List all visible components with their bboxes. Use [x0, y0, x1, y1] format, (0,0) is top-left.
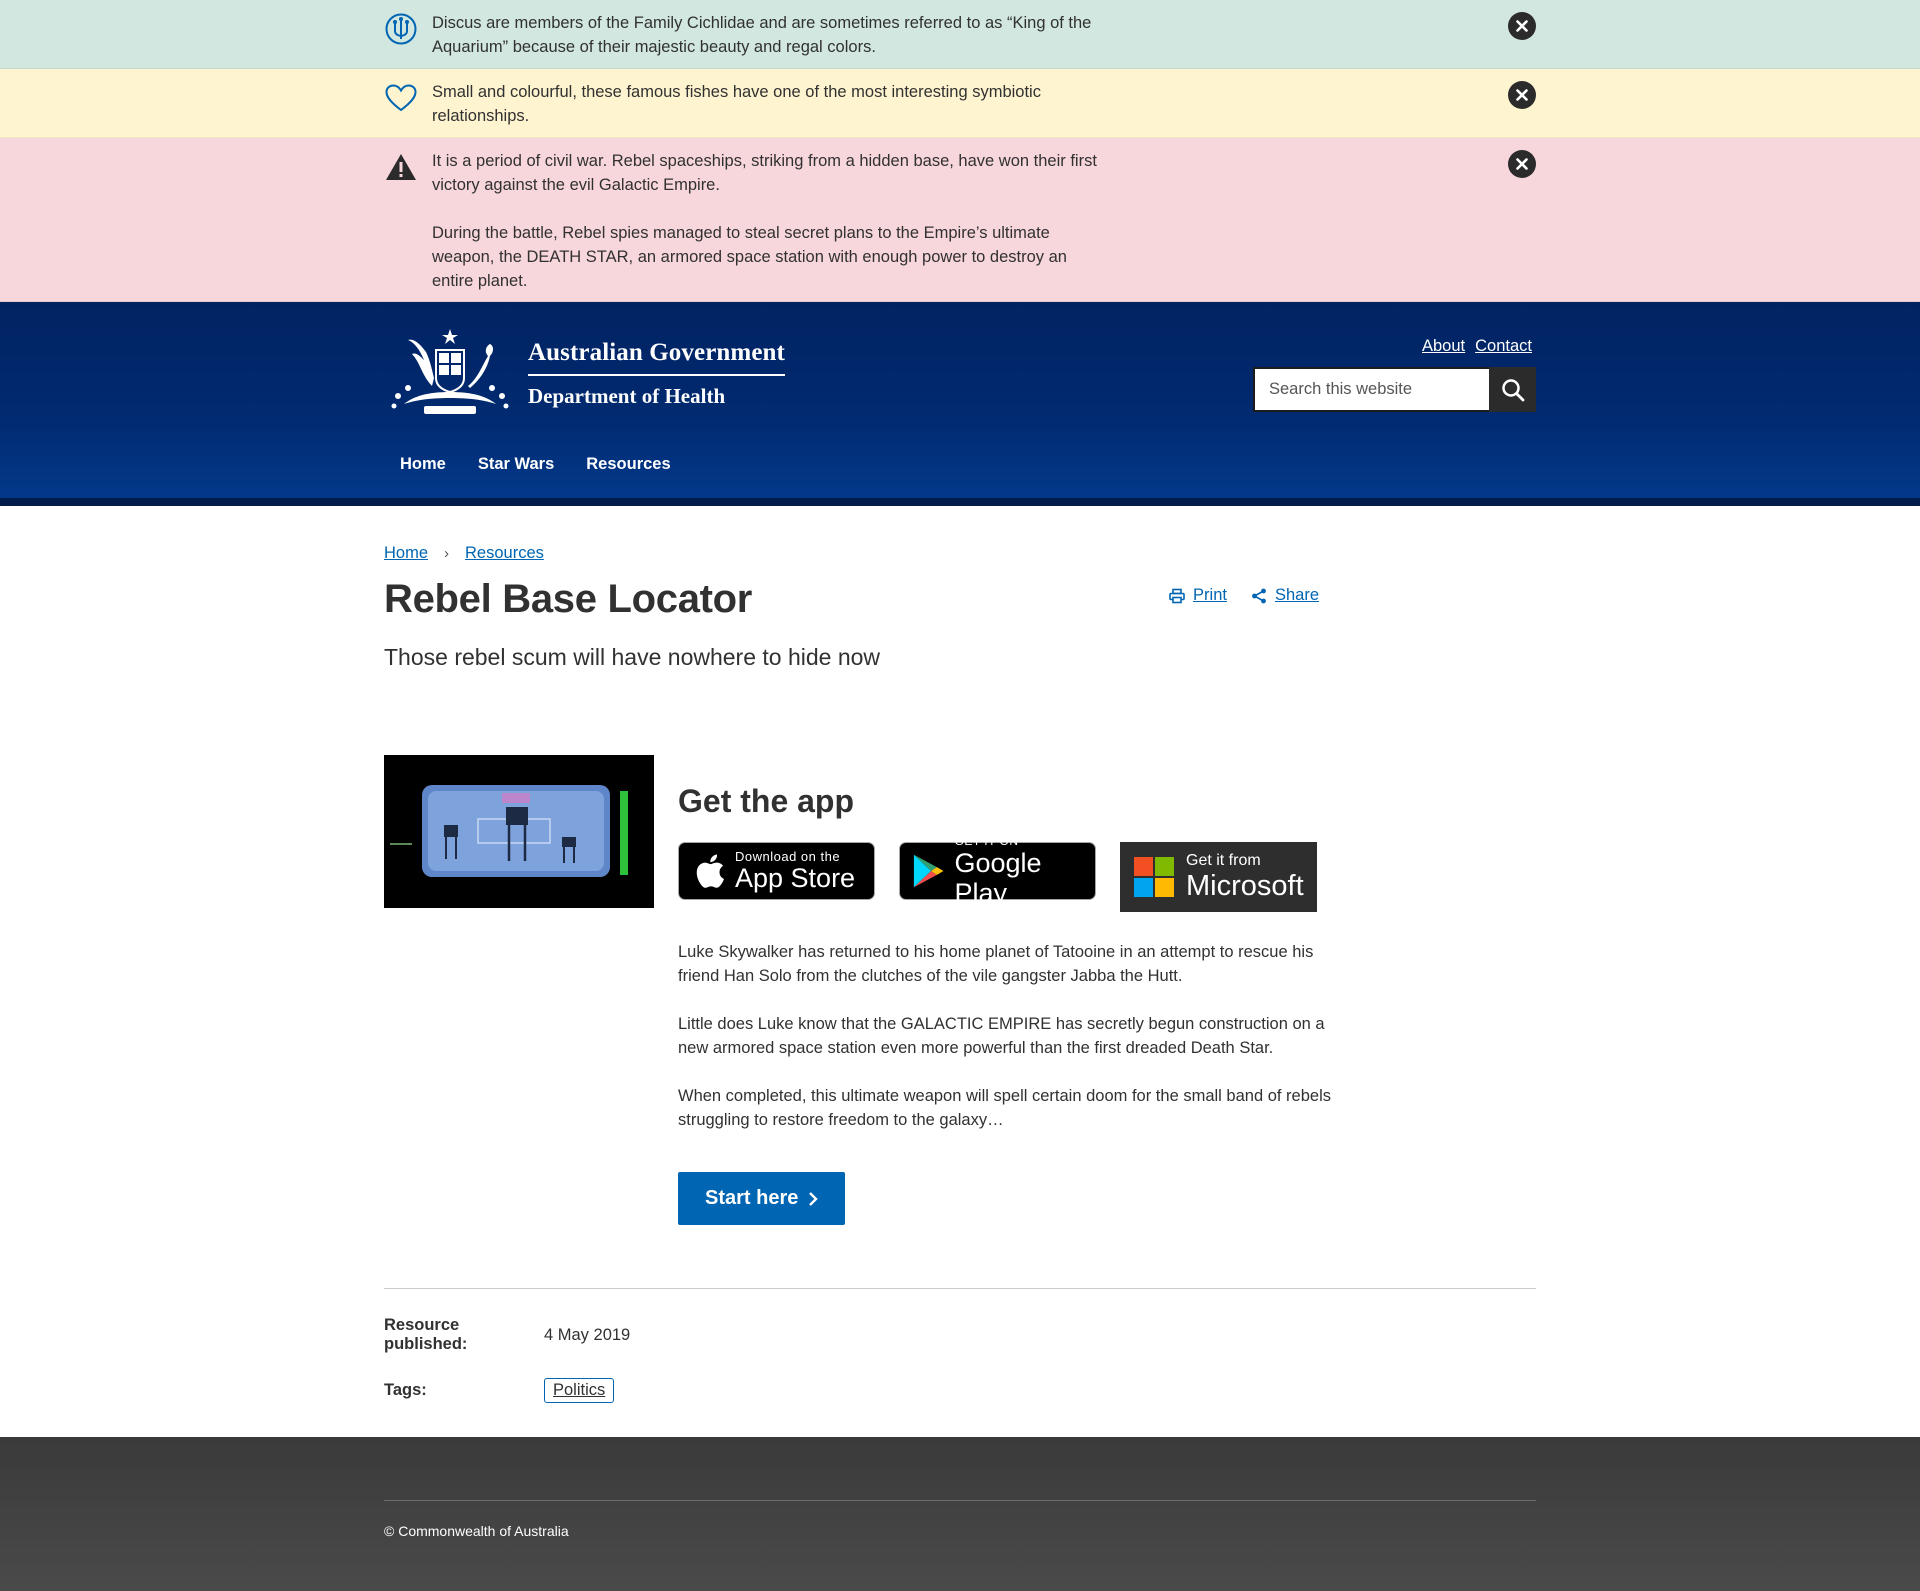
- nav-item-home[interactable]: Home: [384, 455, 462, 474]
- tag-politics[interactable]: Politics: [544, 1378, 615, 1403]
- close-alert-button[interactable]: [1508, 150, 1536, 178]
- alert-text: It is a period of civil war. Rebel space…: [432, 152, 1097, 194]
- published-date: 4 May 2019: [544, 1325, 631, 1344]
- resource-meta: Resource published: 4 May 2019 Tags: Pol…: [384, 1288, 1536, 1403]
- alert-message: It is a period of civil war. Rebel space…: [432, 148, 1508, 293]
- google-play-icon: [913, 854, 944, 888]
- breadcrumb-resources[interactable]: Resources: [465, 544, 544, 563]
- start-here-label: Start here: [705, 1187, 799, 1209]
- google-play-button[interactable]: GET IT ON Google Play: [899, 834, 1096, 908]
- page-title: Rebel Base Locator: [384, 577, 753, 621]
- get-app-section: Get the app Download on the App Store GE…: [384, 755, 1536, 1225]
- search-icon: [1501, 378, 1524, 401]
- app-store-small-text: Download on the: [735, 848, 841, 864]
- microsoft-store-button[interactable]: Get it from Microsoft: [1120, 842, 1317, 912]
- alert-text: Discus are members of the Family Cichlid…: [432, 14, 1092, 56]
- nav-item-star-wars[interactable]: Star Wars: [462, 455, 570, 474]
- search-input[interactable]: [1253, 367, 1489, 412]
- chevron-right-icon: [809, 1191, 819, 1206]
- apple-icon: [696, 854, 724, 888]
- alert-message: Small and colourful, these famous fishes…: [432, 79, 1508, 128]
- site-header: Australian Government Department of Heal…: [0, 302, 1920, 506]
- microsoft-big-text: Microsoft: [1186, 870, 1304, 902]
- tags-label: Tags:: [384, 1381, 427, 1399]
- logo-subtitle: Department of Health: [528, 384, 726, 408]
- app-store-button[interactable]: Download on the App Store: [678, 842, 875, 900]
- app-description: Luke Skywalker has returned to his home …: [678, 940, 1358, 1132]
- site-logo[interactable]: Australian Government Department of Heal…: [384, 326, 785, 422]
- heart-icon: [384, 81, 417, 114]
- page-lede: Those rebel scum will have nowhere to hi…: [384, 644, 881, 670]
- discus-info-icon: [384, 12, 417, 45]
- alert-text: During the battle, Rebel spies managed t…: [432, 224, 1067, 290]
- close-alert-button[interactable]: [1508, 12, 1536, 40]
- alert-info: Discus are members of the Family Cichlid…: [0, 0, 1920, 69]
- app-store-big-text: App Store: [735, 862, 856, 893]
- nav-item-resources[interactable]: Resources: [570, 455, 686, 474]
- app-thumbnail-image: [384, 755, 654, 908]
- description-paragraph: Little does Luke know that the GALACTIC …: [678, 1015, 1325, 1057]
- warning-icon: [384, 150, 417, 183]
- microsoft-logo-icon: [1134, 857, 1174, 897]
- search-button[interactable]: [1489, 367, 1536, 412]
- description-paragraph: Luke Skywalker has returned to his home …: [678, 943, 1314, 985]
- main-nav: Home Star Wars Resources: [384, 455, 687, 474]
- alert-text: Small and colourful, these famous fishes…: [432, 83, 1041, 125]
- chevron-right-icon: ›: [444, 545, 450, 562]
- close-icon: [1516, 20, 1528, 32]
- utility-nav: About Contact: [1422, 337, 1532, 356]
- contact-link[interactable]: Contact: [1475, 337, 1532, 356]
- share-link[interactable]: Share: [1251, 586, 1319, 605]
- close-icon: [1516, 158, 1528, 170]
- page-tools: Print Share: [1169, 586, 1319, 605]
- main-content: Home › Resources Print Share Rebel Base …: [0, 506, 1920, 1403]
- site-search: [1253, 367, 1536, 412]
- description-paragraph: When completed, this ultimate weapon wil…: [678, 1087, 1331, 1129]
- coat-of-arms-logo: [391, 329, 509, 414]
- get-app-heading: Get the app: [678, 783, 855, 819]
- app-store-badges: Download on the App Store GET IT ON Goog…: [678, 834, 1358, 912]
- logo-title: Australian Government: [528, 339, 785, 376]
- print-link[interactable]: Print: [1169, 586, 1227, 605]
- print-label: Print: [1193, 586, 1227, 604]
- share-label: Share: [1274, 586, 1319, 604]
- site-footer: © Commonwealth of Australia: [0, 1437, 1920, 1591]
- share-icon: [1252, 588, 1266, 603]
- close-icon: [1516, 89, 1528, 101]
- about-link[interactable]: About: [1422, 337, 1465, 356]
- google-play-big-text: Google Play: [954, 847, 1042, 908]
- published-label: Resource published:: [384, 1316, 468, 1353]
- alert-success: Small and colourful, these famous fishes…: [0, 69, 1920, 138]
- alert-message: Discus are members of the Family Cichlid…: [432, 10, 1508, 59]
- alert-warning: It is a period of civil war. Rebel space…: [0, 138, 1920, 302]
- google-play-small-text: GET IT ON: [954, 833, 1019, 848]
- copyright-text: © Commonwealth of Australia: [384, 1500, 1536, 1539]
- breadcrumb: Home › Resources: [384, 544, 1536, 563]
- close-alert-button[interactable]: [1508, 81, 1536, 109]
- microsoft-small-text: Get it from: [1186, 852, 1261, 869]
- start-here-button[interactable]: Start here: [678, 1172, 846, 1225]
- printer-icon: [1169, 588, 1185, 603]
- breadcrumb-home[interactable]: Home: [384, 544, 428, 563]
